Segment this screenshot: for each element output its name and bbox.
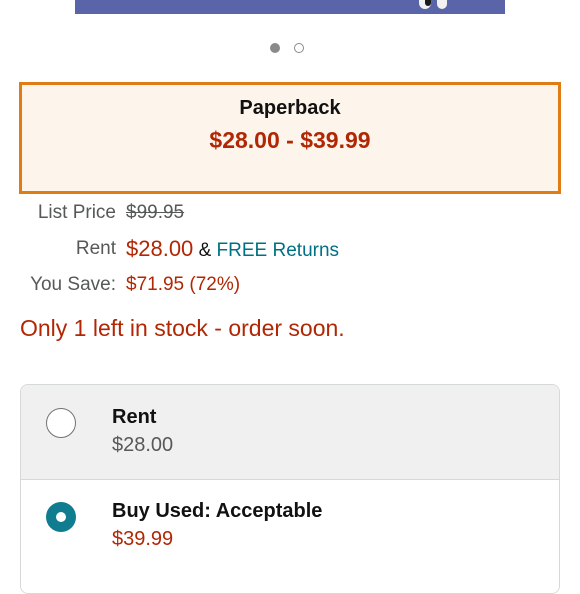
option-price: $39.99 xyxy=(112,528,174,550)
format-title: Paperback xyxy=(239,97,341,119)
carousel-dot-2[interactable] xyxy=(294,43,304,53)
option-price: $28.00 xyxy=(112,434,174,456)
option-title: Rent xyxy=(112,406,157,428)
format-selector-paperback[interactable]: Paperback $28.00 - $39.99 xyxy=(19,82,561,194)
list-price-label: List Price xyxy=(37,202,116,223)
rent-row: Rent $28.00 & FREE Returns xyxy=(0,236,580,266)
list-price-row: List Price $99.95 xyxy=(0,202,580,232)
ampersand: & xyxy=(198,240,212,261)
list-price-value: $99.95 xyxy=(126,202,185,223)
rent-value-group: $28.00 & FREE Returns xyxy=(126,236,339,262)
format-price-range: $28.00 - $39.99 xyxy=(209,127,371,153)
radio-unselected-icon[interactable] xyxy=(46,408,76,438)
you-save-label: You Save: xyxy=(30,274,116,295)
cover-art-detail xyxy=(437,0,447,9)
free-returns-link[interactable]: FREE Returns xyxy=(217,240,339,261)
option-buy-used[interactable]: Buy Used: Acceptable $39.99 xyxy=(21,480,559,593)
product-cover-image[interactable] xyxy=(75,0,505,14)
you-save-value: $71.95 (72%) xyxy=(126,274,241,295)
option-title: Buy Used: Acceptable xyxy=(112,500,323,522)
you-save-row: You Save: $71.95 (72%) xyxy=(0,274,580,304)
carousel-dot-1[interactable] xyxy=(270,43,280,53)
stock-message: Only 1 left in stock - order soon. xyxy=(20,315,345,341)
cover-art-detail xyxy=(425,0,431,6)
radio-selected-icon[interactable] xyxy=(46,502,76,532)
option-rent[interactable]: Rent $28.00 xyxy=(21,385,559,480)
rent-price: $28.00 xyxy=(126,236,194,261)
rent-label: Rent xyxy=(75,238,116,259)
purchase-options: Rent $28.00 Buy Used: Acceptable $39.99 xyxy=(20,384,560,594)
carousel-dots xyxy=(270,43,304,53)
